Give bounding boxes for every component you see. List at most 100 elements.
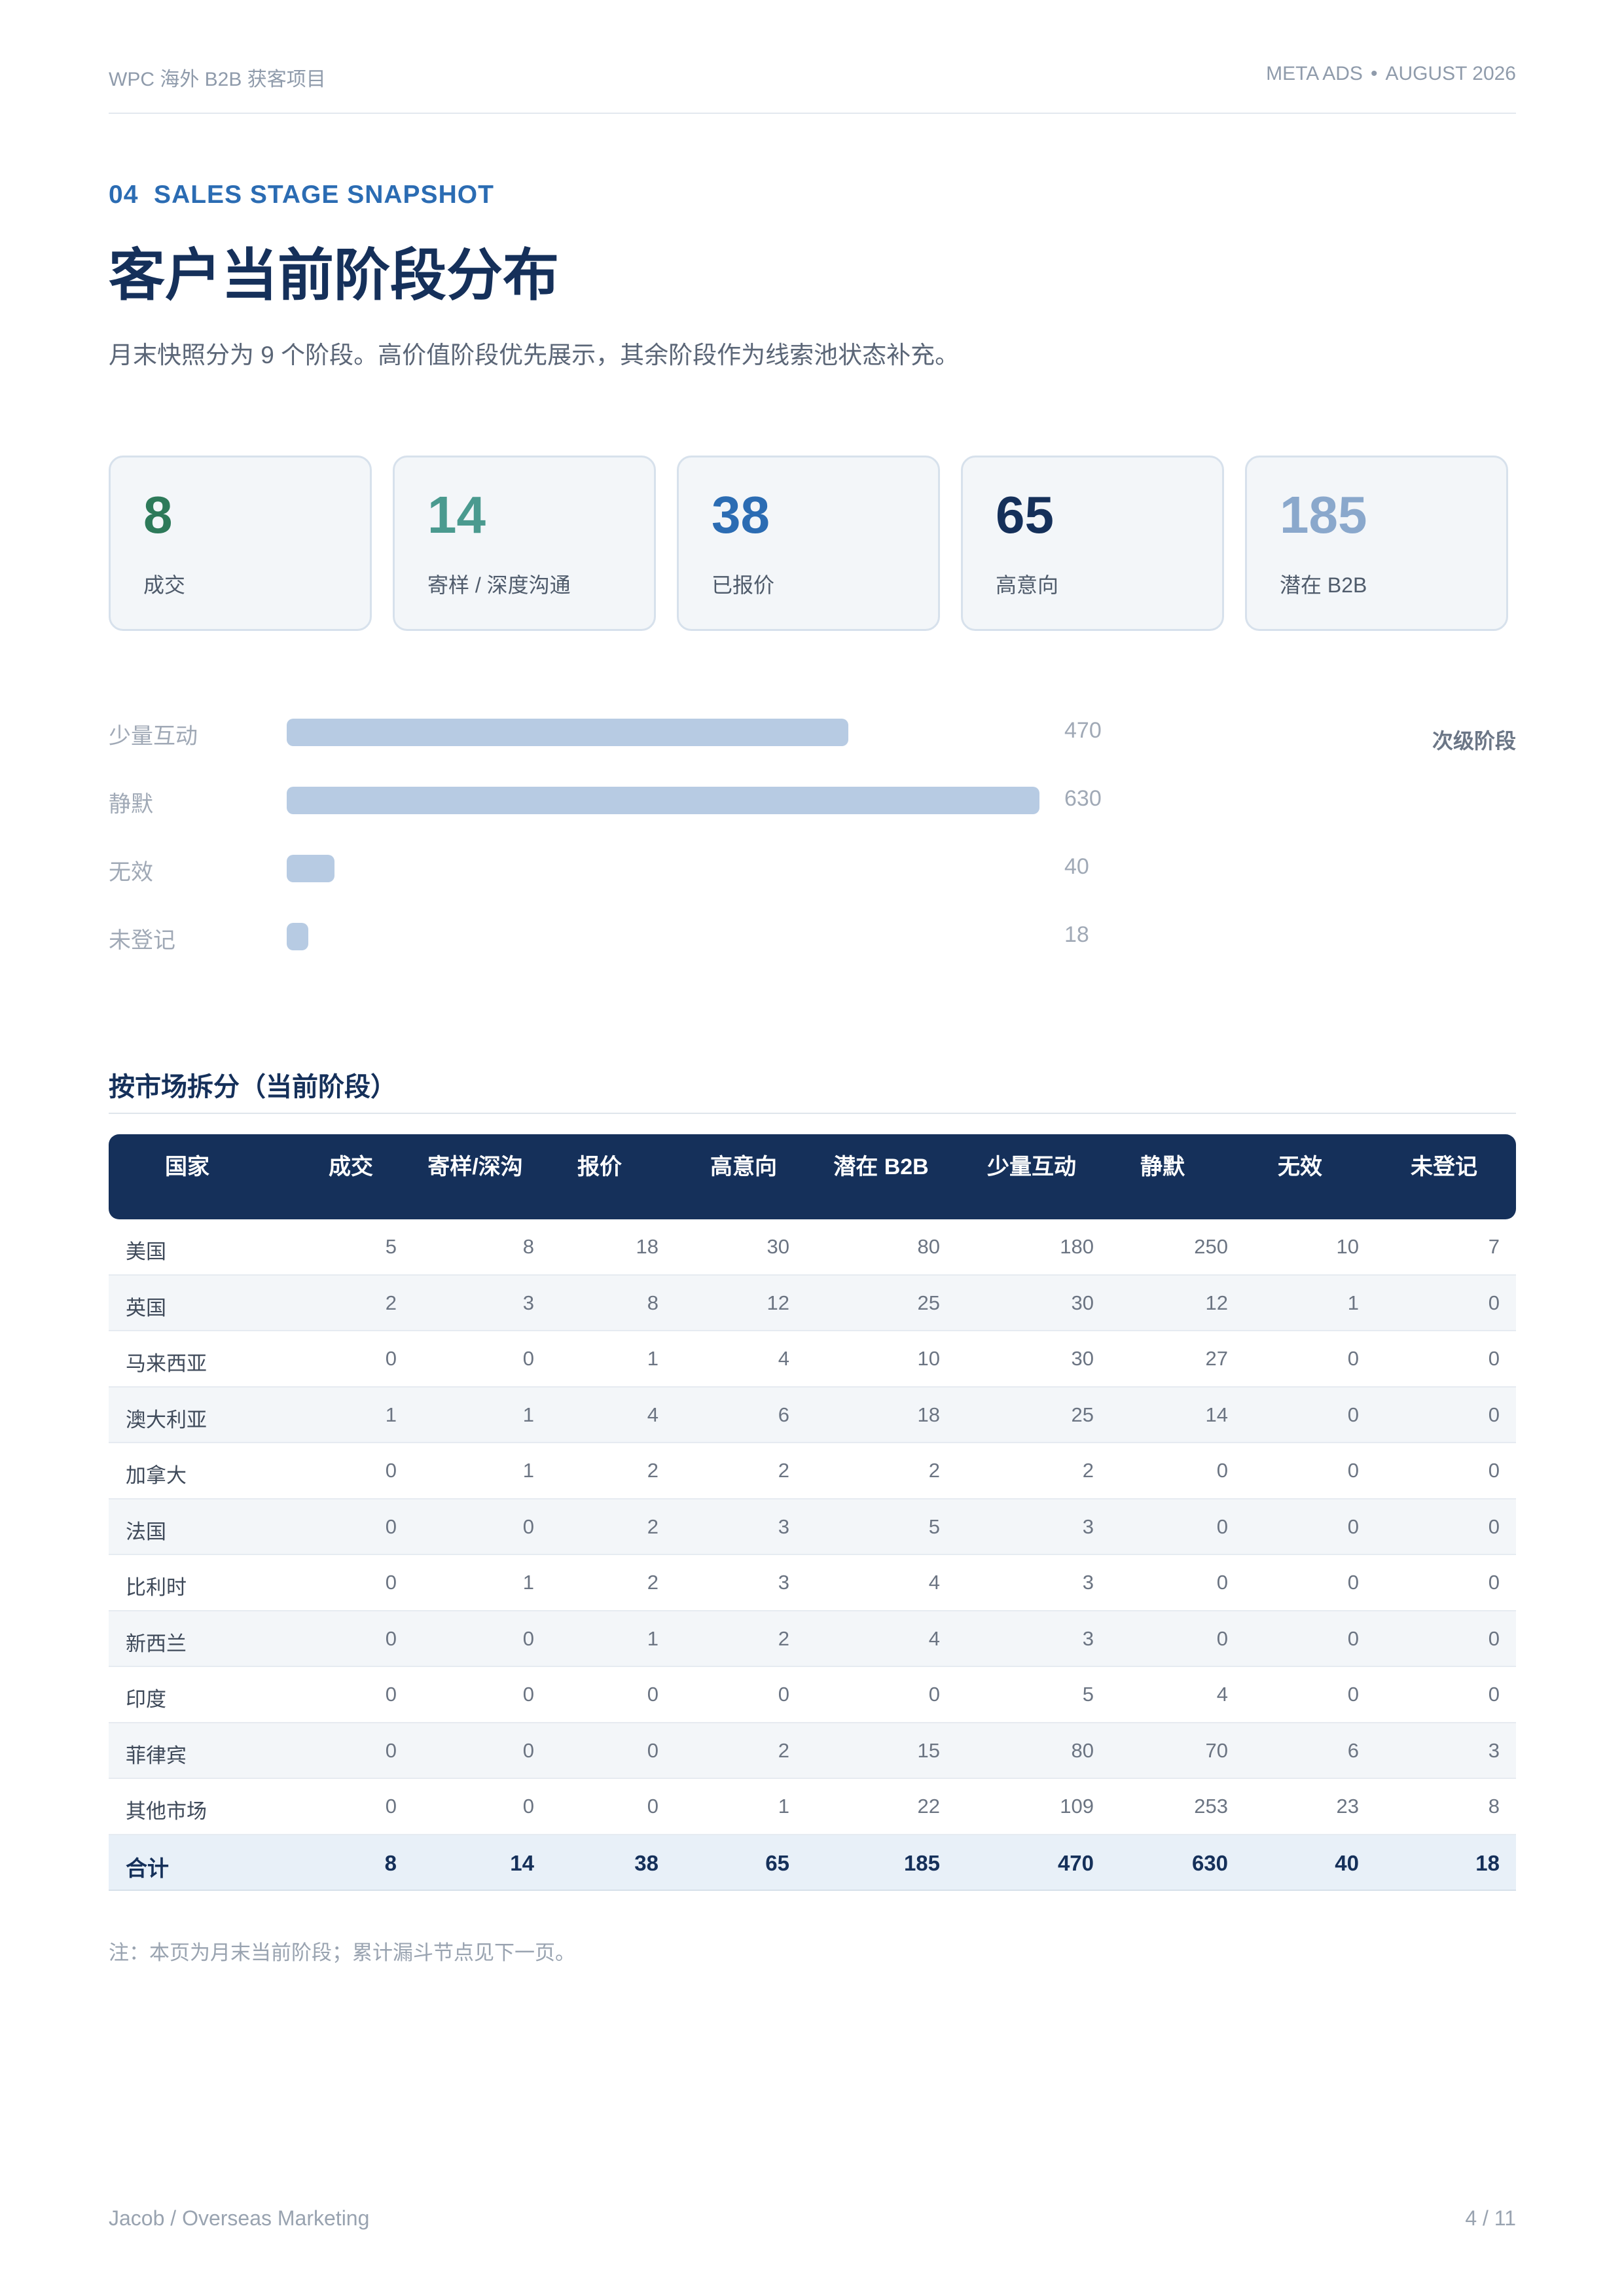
value-cell: 6 [778,1403,789,1426]
value-cell: 3 [1082,1626,1094,1650]
bar-track [287,923,308,950]
value-cell: 8 [522,1235,534,1258]
value-cell: 1 [522,1459,534,1482]
country-cell: 印度 [126,1688,166,1711]
stage-card-deal: 8 成交 [109,456,372,631]
value-cell: 0 [1488,1626,1500,1650]
value-cell: 1 [1347,1291,1359,1314]
country-cell: 马来西亚 [126,1352,207,1375]
value-cell: 253 [1194,1795,1228,1818]
table-header: 国家 成交 寄样/深沟 报价 高意向 潜在 B2B 少量互动 静默 无效 未登记 [109,1134,1516,1219]
bar-fill [287,923,308,950]
value-cell: 0 [1216,1515,1228,1538]
value-cell: 12 [1205,1291,1228,1314]
value-cell: 3 [1082,1571,1094,1594]
value-cell: 0 [385,1571,397,1594]
table-row: 其他市场 0 0 0 1 22 109 253 23 8 [109,1779,1516,1835]
bar-row: 未登记 18 [109,914,1130,954]
value-cell: 27 [1205,1347,1228,1370]
value-cell: 1 [522,1571,534,1594]
table-row: 英国 2 3 8 12 25 30 12 1 0 [109,1275,1516,1331]
value-cell: 25 [917,1291,940,1314]
bar-label: 静默 [109,792,153,817]
column-header: 高意向 [710,1155,777,1179]
column-header: 静默 [1140,1155,1185,1179]
value-cell: 0 [1347,1347,1359,1370]
page-header: WPC 海外 B2B 获客项目 META ADS • AUGUST 2026 [109,63,1516,114]
value-cell: 0 [385,1795,397,1818]
value-cell: 1 [647,1347,659,1370]
bar-label: 未登记 [109,928,175,953]
country-cell: 英国 [126,1296,166,1319]
country-cell: 澳大利亚 [126,1408,207,1431]
stage-card-quoted: 38 已报价 [677,456,940,631]
stage-cards: 8 成交 14 寄样 / 深度沟通 38 已报价 65 高意向 185 潜在 B… [109,456,1516,631]
value-cell: 0 [928,1683,940,1706]
value-cell: 185 [903,1850,940,1875]
value-cell: 3 [522,1291,534,1314]
country-cell: 新西兰 [126,1632,187,1655]
bar-track [287,719,848,746]
value-cell: 3 [778,1571,789,1594]
country-cell: 法国 [126,1520,166,1543]
card-label: 寄样 / 深度沟通 [427,573,571,597]
value-cell: 30 [1071,1347,1094,1370]
value-cell: 2 [647,1515,659,1538]
table-row: 印度 0 0 0 0 0 5 4 0 0 [109,1667,1516,1723]
card-value: 185 [1280,486,1367,544]
channel-label: META ADS [1266,63,1363,84]
value-cell: 2 [778,1459,789,1482]
value-cell: 4 [1216,1683,1228,1706]
value-cell: 22 [917,1795,940,1818]
value-cell: 0 [1347,1571,1359,1594]
report-month: AUGUST 2026 [1385,63,1516,84]
value-cell: 8 [1488,1795,1500,1818]
value-cell: 0 [1488,1459,1500,1482]
value-cell: 2 [647,1459,659,1482]
bar-value: 470 [1064,718,1102,743]
value-cell: 2 [1082,1459,1094,1482]
value-cell: 2 [647,1571,659,1594]
report-meta: META ADS • AUGUST 2026 [1266,63,1516,85]
value-cell: 470 [1057,1850,1094,1875]
card-value: 8 [143,486,173,544]
value-cell: 3 [1488,1738,1500,1762]
bar-fill [287,787,1039,814]
card-value: 38 [712,486,770,544]
card-value: 14 [427,486,486,544]
value-cell: 30 [1071,1291,1094,1314]
value-cell: 180 [1060,1235,1094,1258]
value-cell: 0 [522,1683,534,1706]
value-cell: 1 [778,1795,789,1818]
value-cell: 40 [1335,1850,1359,1875]
table-row: 比利时 0 1 2 3 4 3 0 0 0 [109,1555,1516,1611]
value-cell: 0 [647,1738,659,1762]
value-cell: 0 [1488,1403,1500,1426]
bar-value: 630 [1064,786,1102,811]
card-value: 65 [996,486,1054,544]
value-cell: 10 [1336,1235,1359,1258]
value-cell: 0 [385,1347,397,1370]
value-cell: 630 [1191,1850,1228,1875]
value-cell: 23 [1336,1795,1359,1818]
value-cell: 4 [928,1626,940,1650]
table-row: 加拿大 0 1 2 2 2 2 0 0 0 [109,1443,1516,1499]
country-cell: 其他市场 [126,1800,207,1823]
value-cell: 0 [647,1795,659,1818]
value-cell: 2 [778,1738,789,1762]
stage-card-high-intent: 65 高意向 [961,456,1224,631]
country-cell: 美国 [126,1240,166,1263]
column-header: 国家 [165,1155,209,1179]
section-eyebrow: 04 SALES STAGE SNAPSHOT [109,181,494,209]
value-cell: 1 [522,1403,534,1426]
table-row: 菲律宾 0 0 0 2 15 80 70 6 3 [109,1723,1516,1779]
value-cell: 0 [1347,1459,1359,1482]
value-cell: 0 [1216,1571,1228,1594]
bar-value: 40 [1064,854,1089,879]
market-section-title: 按市场拆分（当前阶段） [109,1066,1516,1114]
secondary-stage-bars: 次级阶段 少量互动 470 静默 630 无效 40 未登记 18 [109,710,1516,959]
column-header: 未登记 [1411,1155,1477,1179]
value-cell: 0 [1488,1571,1500,1594]
value-cell: 250 [1194,1235,1228,1258]
value-cell: 8 [384,1850,397,1875]
